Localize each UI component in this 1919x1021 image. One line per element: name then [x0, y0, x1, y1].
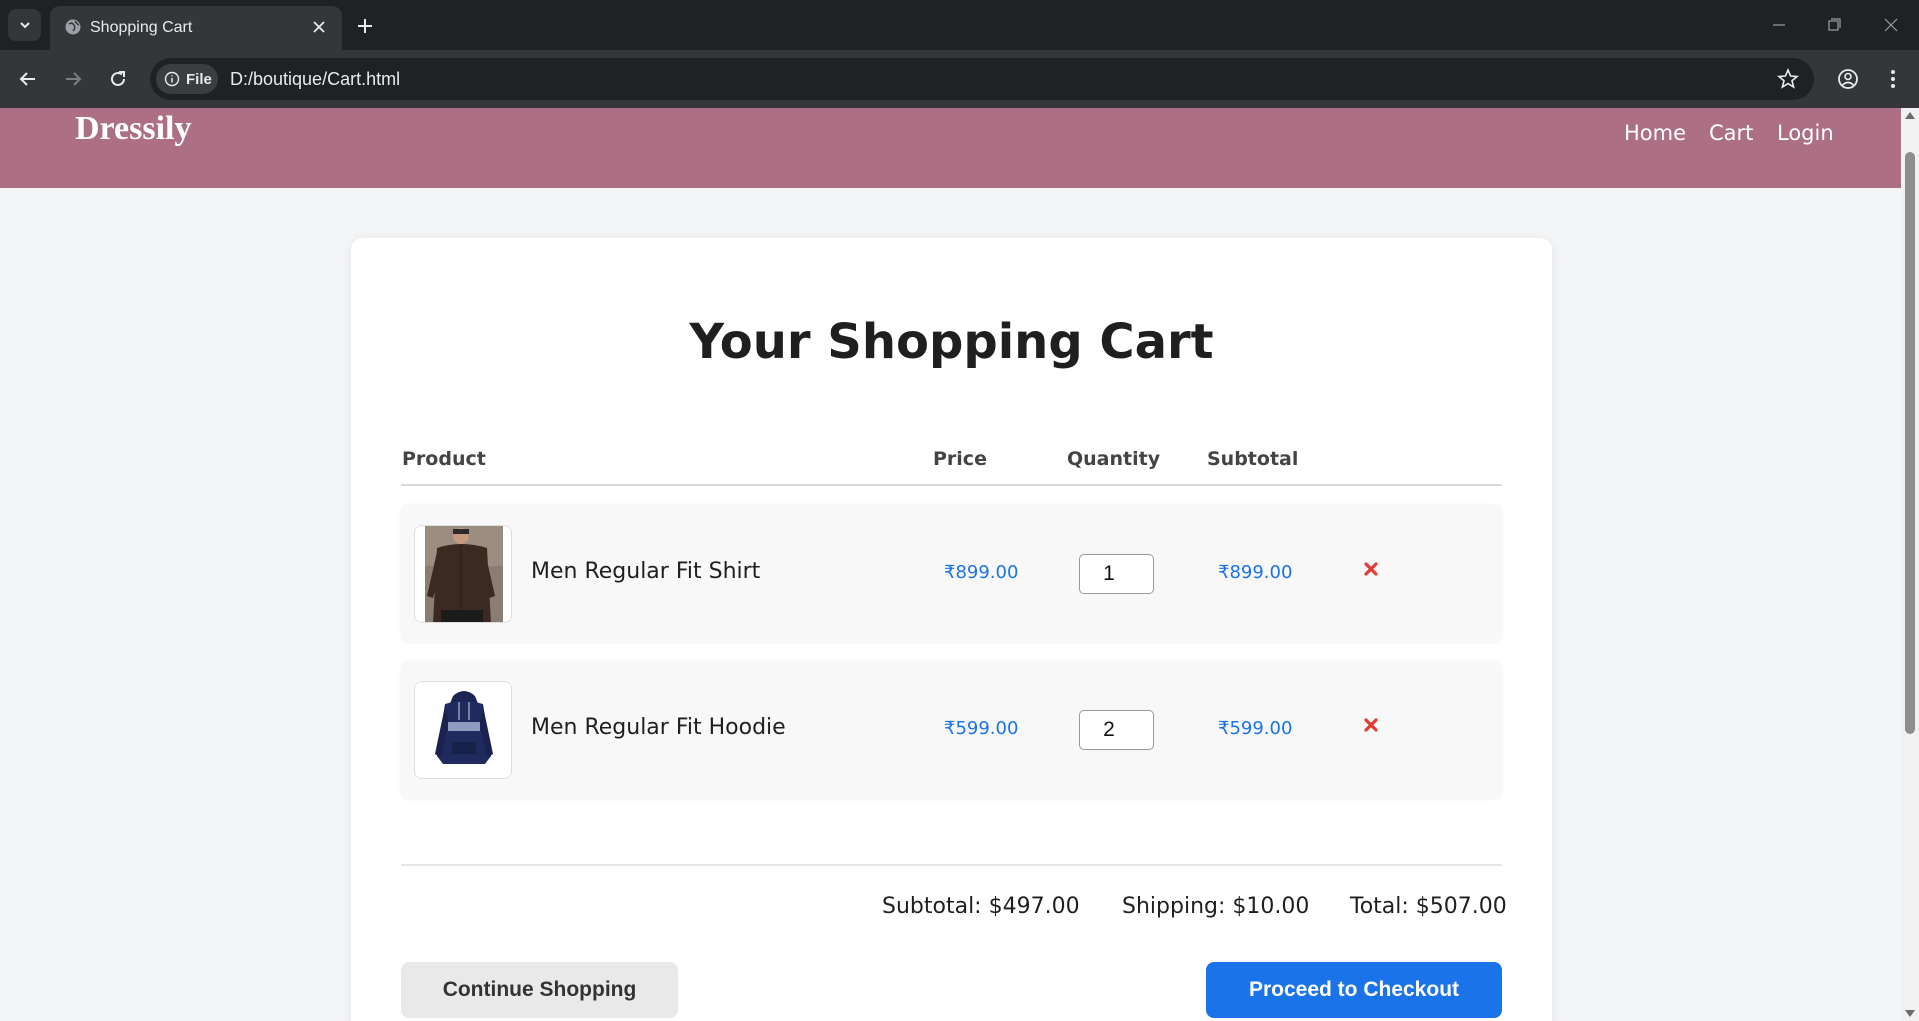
product-name[interactable]: Men Regular Fit Shirt	[531, 559, 760, 584]
close-icon[interactable]	[310, 18, 328, 36]
summary-shipping: Shipping: $10.00	[1122, 894, 1310, 919]
proceed-to-checkout-button[interactable]: Proceed to Checkout	[1206, 962, 1502, 1018]
tab-title: Shopping Cart	[90, 19, 193, 36]
profile-icon[interactable]	[1835, 66, 1861, 92]
address-bar[interactable]: File D:/boutique/Cart.html	[150, 58, 1814, 100]
url-text[interactable]: D:/boutique/Cart.html	[230, 69, 400, 90]
bookmark-star-icon[interactable]	[1776, 67, 1800, 91]
page-scrollbar[interactable]	[1901, 108, 1919, 1021]
hoodie-photo[interactable]	[414, 681, 512, 779]
restore-icon[interactable]	[1822, 14, 1846, 36]
new-tab-icon[interactable]	[352, 13, 378, 39]
column-header-subtotal: Subtotal	[1207, 448, 1299, 470]
remove-item-icon[interactable]	[1358, 556, 1384, 582]
summary-divider	[401, 864, 1502, 866]
remove-item-icon[interactable]	[1358, 712, 1384, 738]
nav-link-cart[interactable]: Cart	[1709, 121, 1753, 145]
shirt-photo[interactable]	[414, 525, 512, 623]
quantity-input[interactable]	[1079, 554, 1154, 594]
globe-icon	[65, 19, 81, 35]
site-header: Dressily Home Cart Login	[0, 108, 1901, 188]
info-icon	[164, 71, 180, 87]
column-header-product: Product	[402, 448, 486, 470]
page-title: Your Shopping Cart	[689, 314, 1214, 370]
product-price: ₹599.00	[944, 718, 1019, 739]
tab-search-button[interactable]	[8, 9, 41, 41]
nav-link-login[interactable]: Login	[1777, 121, 1834, 145]
chevron-down-icon	[19, 22, 30, 29]
quantity-input[interactable]	[1079, 710, 1154, 750]
site-logo[interactable]: Dressily	[75, 110, 191, 148]
minimize-icon[interactable]	[1767, 14, 1791, 36]
forward-arrow-icon[interactable]	[60, 66, 86, 92]
cart-card: Your Shopping Cart Product Price Quantit…	[351, 238, 1552, 1021]
browser-tab[interactable]: Shopping Cart	[50, 6, 342, 50]
scroll-down-arrow-icon[interactable]	[1905, 1010, 1915, 1017]
cart-row: Men Regular Fit Shirt ₹899.00 ₹899.00	[401, 504, 1502, 642]
window-close-icon[interactable]	[1879, 14, 1903, 36]
product-subtotal: ₹899.00	[1218, 562, 1293, 583]
product-name[interactable]: Men Regular Fit Hoodie	[531, 715, 786, 740]
column-header-price: Price	[933, 448, 987, 470]
reload-icon[interactable]	[105, 66, 131, 92]
menu-dots-icon[interactable]	[1880, 66, 1906, 92]
continue-shopping-button[interactable]: Continue Shopping	[401, 962, 678, 1018]
browser-toolbar: File D:/boutique/Cart.html	[0, 50, 1919, 108]
column-header-quantity: Quantity	[1067, 448, 1161, 470]
nav-link-home[interactable]: Home	[1624, 121, 1686, 145]
chip-label: File	[186, 70, 212, 88]
scroll-thumb[interactable]	[1905, 152, 1915, 734]
scroll-up-arrow-icon[interactable]	[1905, 112, 1915, 119]
back-arrow-icon[interactable]	[15, 66, 41, 92]
product-subtotal: ₹599.00	[1218, 718, 1293, 739]
page-viewport: Dressily Home Cart Login Your Shopping C…	[0, 108, 1901, 1021]
product-price: ₹899.00	[944, 562, 1019, 583]
cart-row: Men Regular Fit Hoodie ₹599.00 ₹599.00	[401, 660, 1502, 798]
summary-total: Total: $507.00	[1350, 894, 1507, 919]
header-divider	[401, 484, 1502, 486]
browser-tab-strip: Shopping Cart	[0, 0, 1919, 50]
summary-subtotal: Subtotal: $497.00	[882, 894, 1080, 919]
site-info-chip[interactable]: File	[156, 64, 218, 94]
